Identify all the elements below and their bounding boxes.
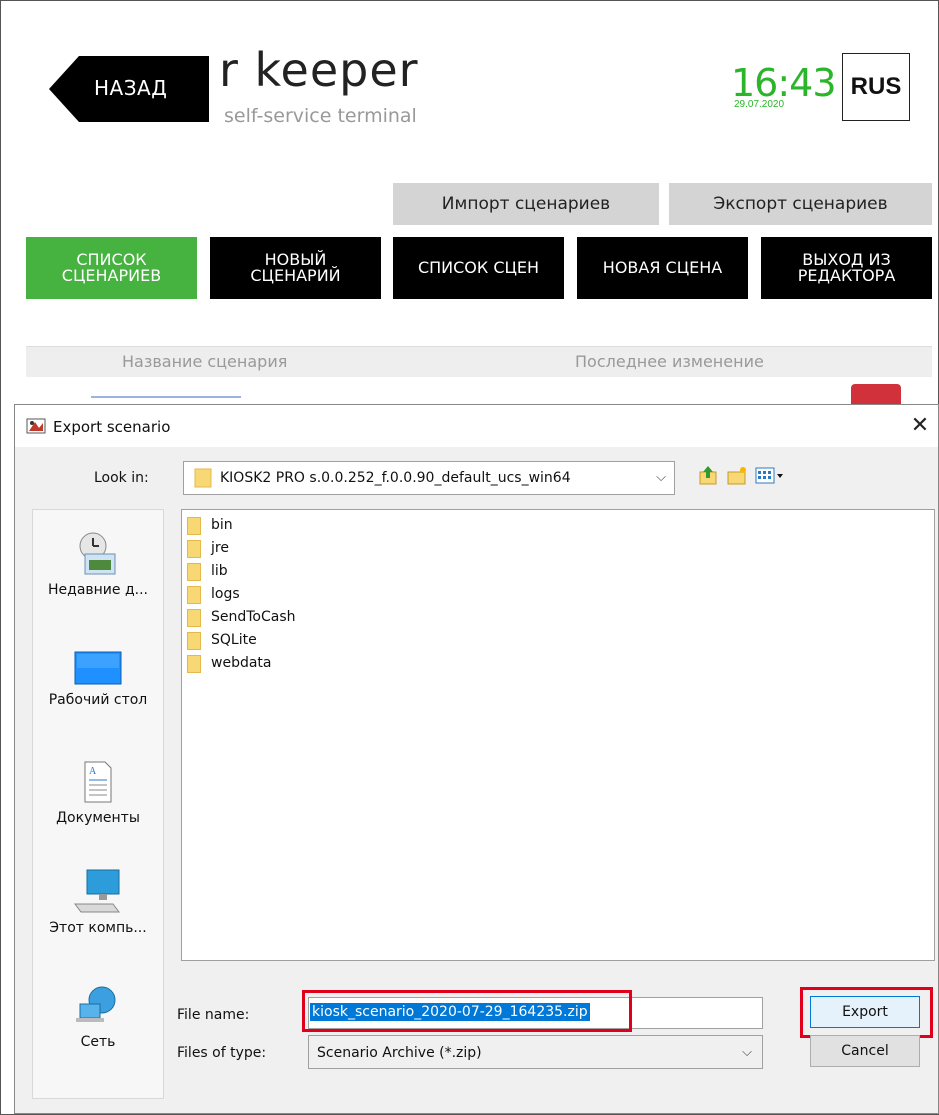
tab-scenario-list[interactable]: СПИСОК СЦЕНАРИЕВ: [26, 237, 197, 299]
places-sidebar: Недавние д... Рабочий стол A Документы Э…: [32, 509, 164, 1099]
network-icon: [76, 986, 116, 1022]
file-list[interactable]: bin jre lib logs SendToCash SQLite webda…: [181, 509, 935, 961]
scenario-table-header: Название сценария Последнее изменение: [26, 346, 932, 377]
folder-icon: [187, 655, 201, 673]
logo-subtitle: self-service terminal: [224, 105, 417, 127]
place-network-label: Сеть: [80, 1034, 116, 1050]
file-name-highlight: [302, 990, 632, 1032]
file-name: jre: [211, 540, 229, 556]
folder-icon: [187, 563, 201, 581]
folder-icon: [187, 609, 201, 627]
files-of-type-label: Files of type:: [177, 1045, 267, 1061]
folder-icon: [187, 540, 201, 558]
place-network[interactable]: Сеть: [33, 984, 163, 1050]
folder-icon: [187, 632, 201, 650]
column-header-name: Название сценария: [122, 352, 288, 371]
place-recent[interactable]: Недавние д...: [33, 530, 163, 598]
dialog-title: Export scenario: [53, 418, 171, 436]
file-name: SendToCash: [211, 609, 296, 625]
delete-button[interactable]: [851, 384, 901, 404]
tab-exit-editor[interactable]: ВЫХОД ИЗ РЕДАКТОРА: [761, 237, 932, 299]
export-button-highlight: [800, 987, 933, 1038]
export-scenarios-button[interactable]: Экспорт сценариев: [669, 183, 932, 225]
new-folder-icon[interactable]: [726, 465, 748, 487]
up-folder-icon[interactable]: [697, 465, 719, 487]
folder-icon: [194, 468, 212, 488]
column-header-modified: Последнее изменение: [575, 352, 764, 371]
chevron-down-icon: ⌵: [656, 470, 666, 485]
file-name: webdata: [211, 655, 272, 671]
file-name: bin: [211, 517, 233, 533]
place-documents[interactable]: A Документы: [33, 760, 163, 826]
place-desktop-label: Рабочий стол: [48, 692, 148, 708]
file-name: lib: [211, 563, 228, 579]
clock-date: 29.07.2020: [734, 99, 785, 110]
documents-icon: A: [84, 761, 112, 803]
place-computer-label: Этот компь...: [49, 920, 147, 936]
file-name: logs: [211, 586, 240, 602]
app-frame: НАЗАД r keeper self-service terminal 16:…: [0, 0, 939, 1115]
folder-icon: [187, 517, 201, 535]
files-of-type-select[interactable]: Scenario Archive (*.zip) ⌵: [308, 1035, 763, 1069]
chevron-down-icon: ⌵: [742, 1045, 752, 1060]
look-in-combo[interactable]: KIOSK2 PRO s.0.0.252_f.0.0.90_default_uc…: [183, 461, 675, 495]
files-of-type-value: Scenario Archive (*.zip): [317, 1045, 482, 1061]
file-name: SQLite: [211, 632, 257, 648]
computer-icon: [74, 869, 120, 913]
import-scenarios-button[interactable]: Импорт сценариев: [393, 183, 659, 225]
desktop-icon: [74, 651, 122, 685]
close-icon[interactable]: ✕: [908, 413, 932, 438]
export-scenario-dialog: Export scenario ✕ Look in: KIOSK2 PRO s.…: [14, 404, 939, 1114]
tab-new-scenario[interactable]: НОВЫЙ СЦЕНАРИЙ: [210, 237, 381, 299]
svg-text:A: A: [89, 766, 97, 777]
cancel-button[interactable]: Cancel: [810, 1035, 920, 1067]
back-button-label: НАЗАД: [94, 76, 168, 100]
look-in-label: Look in:: [94, 470, 149, 486]
java-app-icon: [26, 418, 46, 434]
recent-places-icon: [79, 532, 116, 575]
view-menu-icon[interactable]: [755, 465, 785, 487]
file-name-label: File name:: [177, 1007, 250, 1023]
place-computer[interactable]: Этот компь...: [33, 868, 163, 936]
tab-new-scene[interactable]: НОВАЯ СЦЕНА: [577, 237, 748, 299]
back-button[interactable]: НАЗАД: [49, 56, 209, 122]
look-in-value: KIOSK2 PRO s.0.0.252_f.0.0.90_default_uc…: [220, 470, 571, 486]
place-documents-label: Документы: [56, 810, 140, 826]
logo-title: r keeper: [219, 43, 419, 97]
tab-scene-list[interactable]: СПИСОК СЦЕН: [393, 237, 564, 299]
language-button[interactable]: RUS: [842, 53, 910, 121]
folder-icon: [187, 586, 201, 604]
dialog-title-bar: Export scenario ✕: [15, 405, 938, 447]
place-recent-label: Недавние д...: [48, 582, 148, 598]
place-desktop[interactable]: Рабочий стол: [33, 650, 163, 708]
